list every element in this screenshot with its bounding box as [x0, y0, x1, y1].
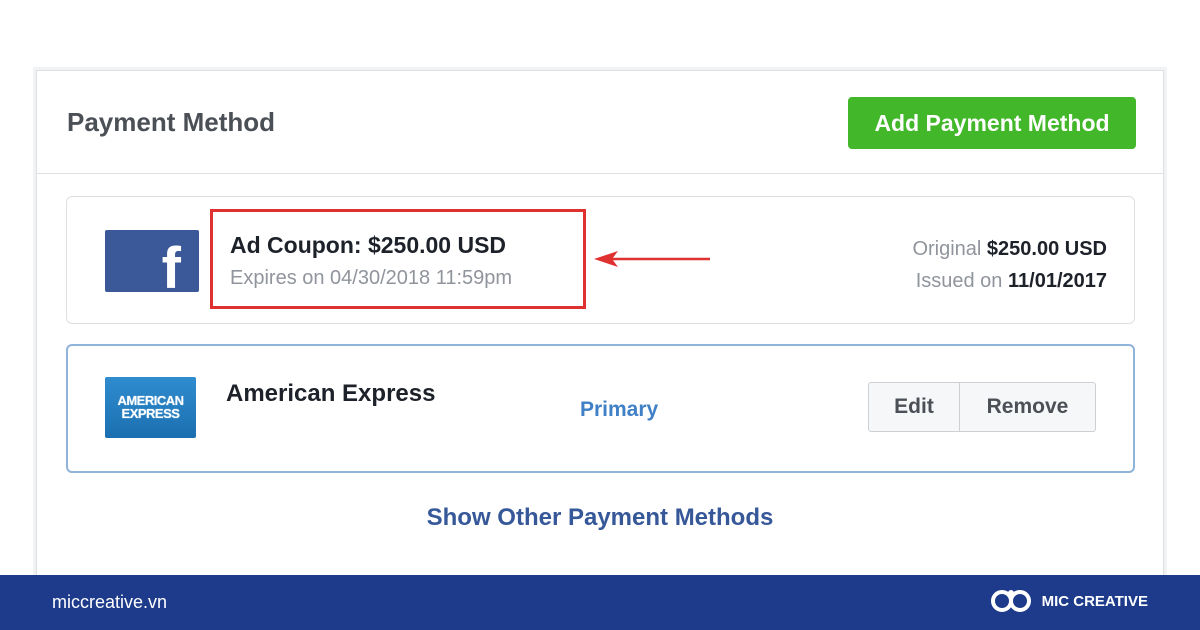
coupon-details: Original $250.00 USD Issued on 11/01/201…: [912, 233, 1107, 297]
primary-badge: Primary: [580, 398, 659, 421]
coupon-title: Ad Coupon: $250.00 USD: [230, 232, 507, 258]
issued-value: 11/01/2017: [1008, 270, 1107, 292]
mic-creative-logo-icon: [990, 590, 1031, 612]
ad-coupon-card: f Ad Coupon: $250.00 USD Expires on 04/3…: [66, 196, 1135, 324]
payment-method-panel: Payment Method Add Payment Method f Ad C…: [36, 70, 1164, 580]
panel-header: Payment Method Add Payment Method: [37, 71, 1163, 174]
original-value: $250.00 USD: [986, 238, 1107, 260]
footer-brand: MIC CREATIVE: [990, 587, 1148, 615]
amex-logo-line2: EXPRESS: [121, 406, 180, 421]
show-other-payment-methods-link[interactable]: Show Other Payment Methods: [37, 504, 1163, 532]
facebook-logo-icon: f: [105, 230, 199, 292]
card-actions: Edit Remove: [868, 382, 1096, 432]
american-express-logo-icon: AMERICAN EXPRESS: [105, 377, 196, 438]
coupon-original-row: Original $250.00 USD: [912, 233, 1107, 265]
remove-button[interactable]: Remove: [960, 382, 1096, 432]
original-label: Original: [912, 238, 982, 260]
footer-bar: miccreative.vn MIC CREATIVE: [0, 575, 1200, 630]
highlight-box: [210, 209, 586, 309]
issued-label: Issued on: [915, 270, 1003, 292]
american-express-card: AMERICAN EXPRESS American Express Primar…: [66, 344, 1135, 473]
card-name: American Express: [226, 380, 436, 407]
facebook-logo-letter: f: [161, 236, 181, 293]
coupon-expiry: Expires on 04/30/2018 11:59pm: [230, 267, 513, 289]
annotation-arrow-icon: [594, 251, 710, 267]
footer-site: miccreative.vn: [52, 592, 168, 612]
page-title: Payment Method: [67, 107, 276, 137]
footer-brand-name: MIC CREATIVE: [1041, 592, 1148, 610]
add-payment-method-button[interactable]: Add Payment Method: [848, 97, 1136, 149]
coupon-issued-row: Issued on 11/01/2017: [912, 265, 1107, 297]
edit-button[interactable]: Edit: [868, 382, 960, 432]
